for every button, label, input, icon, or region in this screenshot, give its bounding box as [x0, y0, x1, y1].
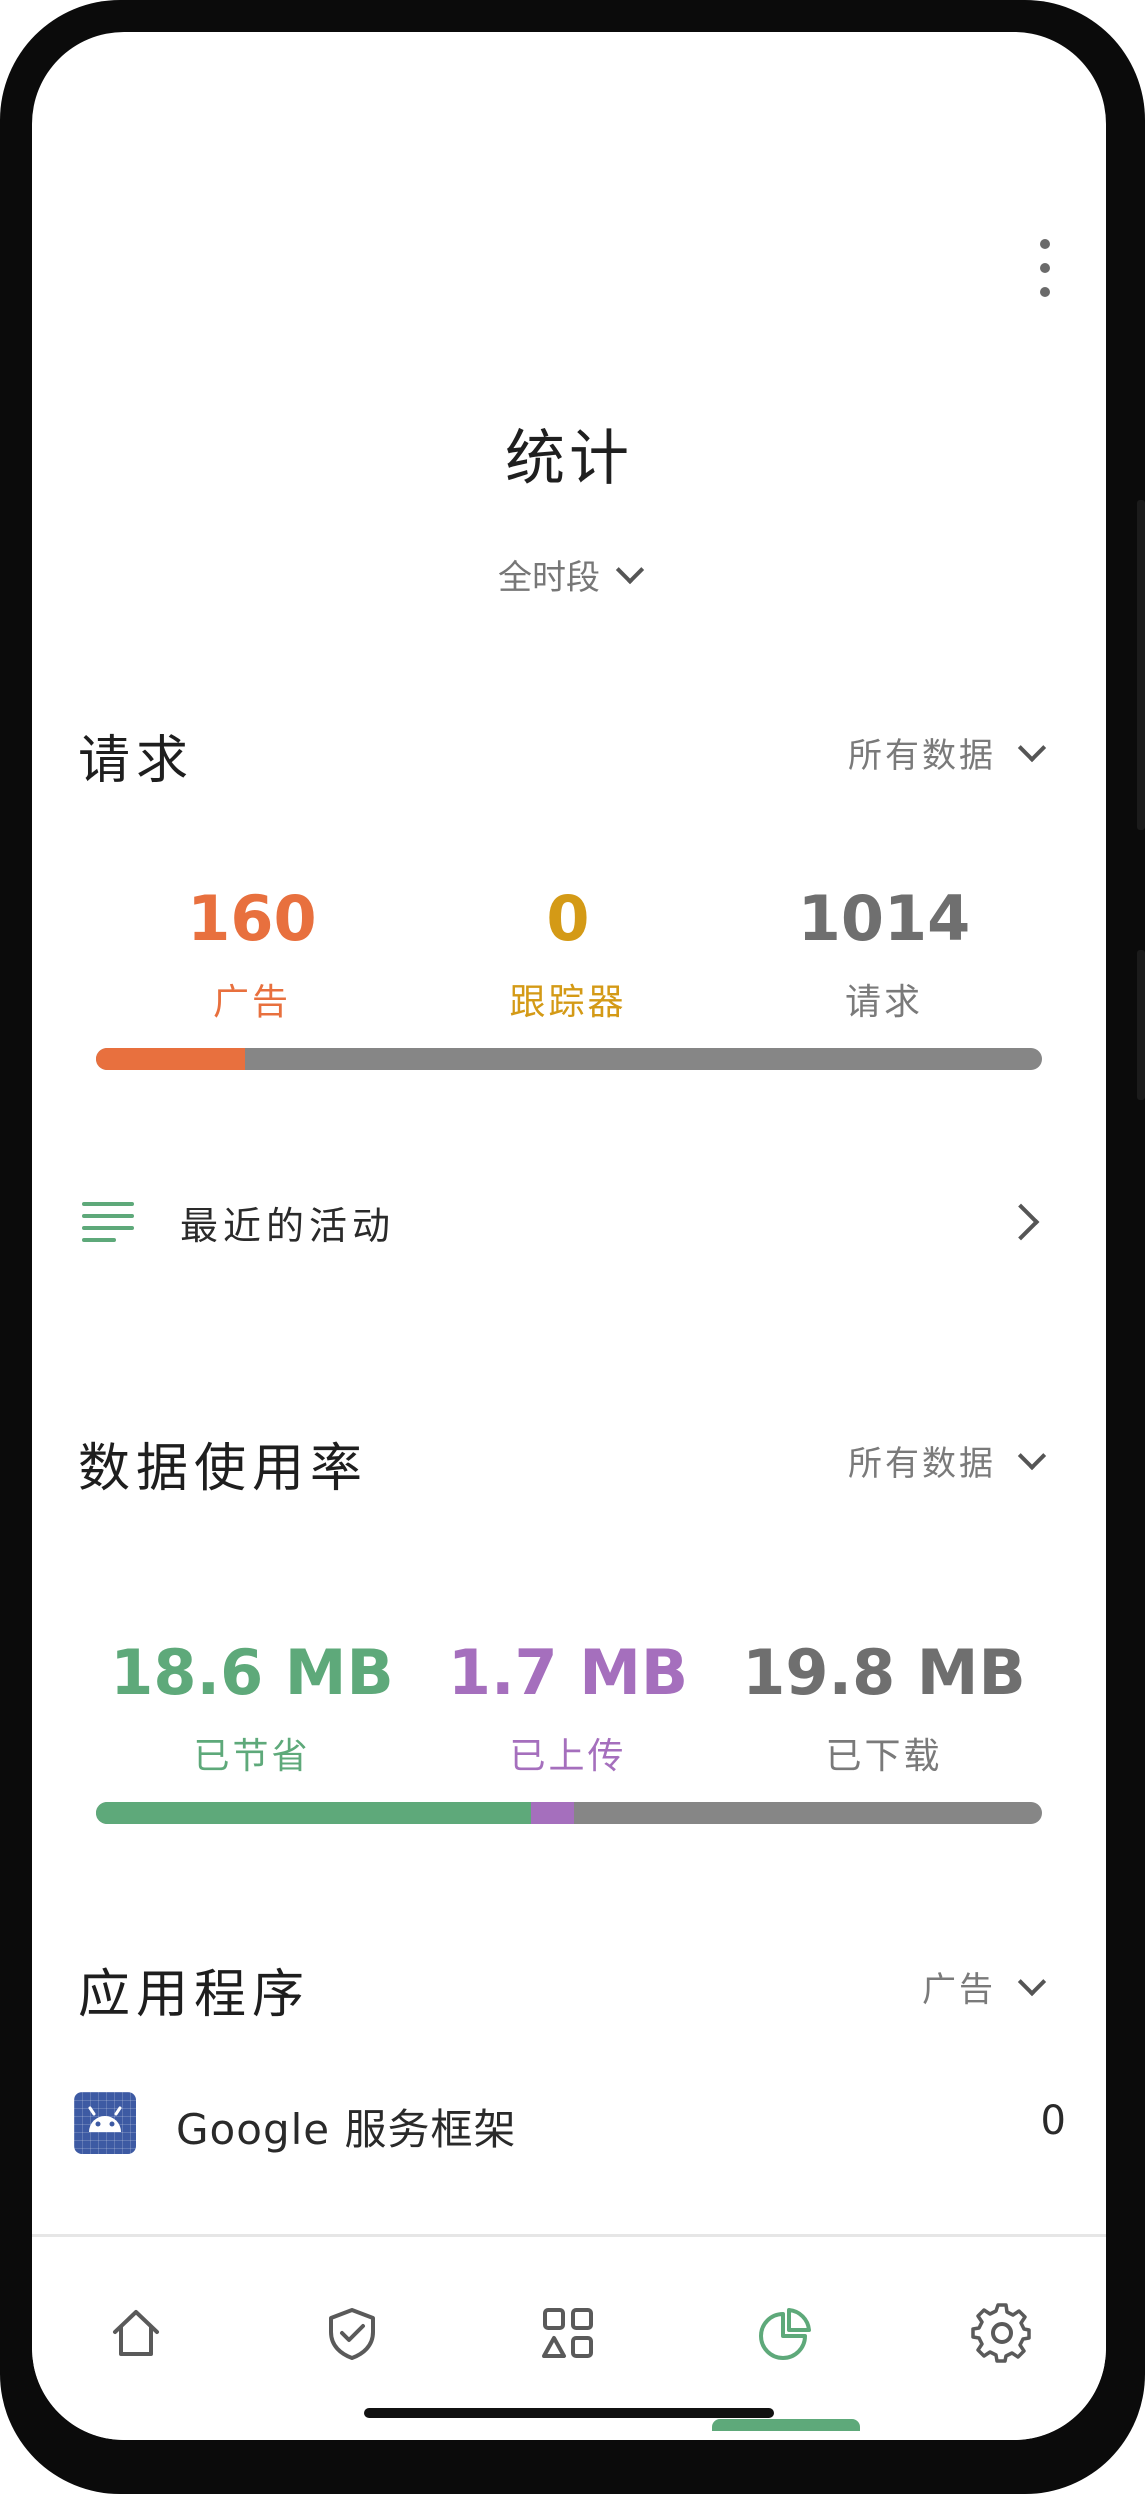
active-tab-indicator: [712, 2419, 860, 2431]
uploaded-stat: 1.7 MB 已上传: [418, 1636, 718, 1779]
ads-stat: 160 广告: [102, 882, 402, 1025]
gear-icon: [971, 2303, 1031, 2363]
nav-home[interactable]: [86, 2283, 186, 2383]
downloaded-stat: 19.8 MB 已下载: [734, 1636, 1034, 1779]
chevron-right-icon: [1002, 1203, 1040, 1241]
uploaded-segment: [531, 1802, 574, 1824]
ads-label: 广告: [212, 982, 291, 1023]
chevron-down-icon: [1017, 1441, 1047, 1470]
overflow-menu-icon[interactable]: [1025, 220, 1065, 316]
period-label: 全时段: [498, 558, 600, 598]
chevron-down-icon: [1017, 1967, 1047, 1996]
app-name: Google 服务框架: [176, 2105, 517, 2154]
data-usage-section-title: 数据使用率: [78, 1439, 369, 1499]
requests-stat: 1014 请求: [734, 882, 1034, 1025]
home-icon: [113, 2310, 159, 2356]
nav-apps[interactable]: [518, 2283, 618, 2383]
volume-button: [1137, 500, 1145, 830]
period-selector[interactable]: 全时段: [32, 550, 1106, 599]
trackers-count: 0: [546, 882, 590, 955]
saved-segment: [96, 1802, 532, 1824]
nav-protection[interactable]: [302, 2283, 402, 2383]
list-icon: [82, 1202, 134, 1242]
shield-check-icon: [329, 2308, 375, 2360]
uploaded-value: 1.7 MB: [447, 1636, 689, 1709]
data-usage-progress-bar: [96, 1802, 1042, 1824]
apps-grid-icon: [542, 2308, 593, 2358]
chevron-down-icon: [615, 555, 645, 584]
ads-segment: [96, 1048, 246, 1070]
saved-stat: 18.6 MB 已节省: [102, 1636, 402, 1779]
downloaded-value: 19.8 MB: [742, 1636, 1026, 1709]
app-count: 0: [1040, 2098, 1066, 2144]
ads-count: 160: [187, 882, 317, 955]
apps-section-title: 应用程序: [78, 1965, 311, 2025]
data-usage-filter-label: 所有数据: [848, 1444, 996, 1484]
nav-statistics[interactable]: [736, 2283, 836, 2383]
saved-value: 18.6 MB: [110, 1636, 394, 1709]
apps-filter[interactable]: 广告: [922, 1962, 1047, 2011]
uploaded-label: 已上传: [509, 1736, 627, 1777]
trackers-label: 跟踪器: [509, 982, 627, 1023]
power-button: [1137, 950, 1145, 1100]
requests-filter[interactable]: 所有数据: [848, 728, 1047, 777]
saved-label: 已节省: [193, 1736, 311, 1777]
data-usage-filter[interactable]: 所有数据: [848, 1436, 1047, 1485]
chevron-down-icon: [1017, 733, 1047, 762]
requests-count: 1014: [797, 882, 971, 955]
recent-activity-row[interactable]: 最近的活动: [32, 1142, 1106, 1302]
recent-activity-label: 最近的活动: [180, 1203, 396, 1248]
android-icon: [74, 2092, 136, 2154]
home-indicator: [364, 2408, 774, 2418]
nav-settings[interactable]: [952, 2283, 1052, 2383]
pie-chart-icon: [759, 2308, 811, 2360]
requests-section-title: 请求: [78, 731, 195, 791]
list-item[interactable]: Google 服务框架 0: [32, 2072, 1106, 2192]
downloaded-label: 已下载: [825, 1736, 943, 1777]
trackers-stat: 0 跟踪器: [418, 882, 718, 1025]
requests-label: 请求: [844, 982, 923, 1023]
page-title: 统计: [505, 424, 633, 494]
apps-filter-label: 广告: [922, 1970, 996, 2010]
requests-filter-label: 所有数据: [848, 736, 996, 776]
screen: 统计 全时段 请求 所有数据 160 广告 0 跟踪器 1014 请求 最近的活…: [32, 32, 1106, 2440]
requests-progress-bar: [96, 1048, 1042, 1070]
